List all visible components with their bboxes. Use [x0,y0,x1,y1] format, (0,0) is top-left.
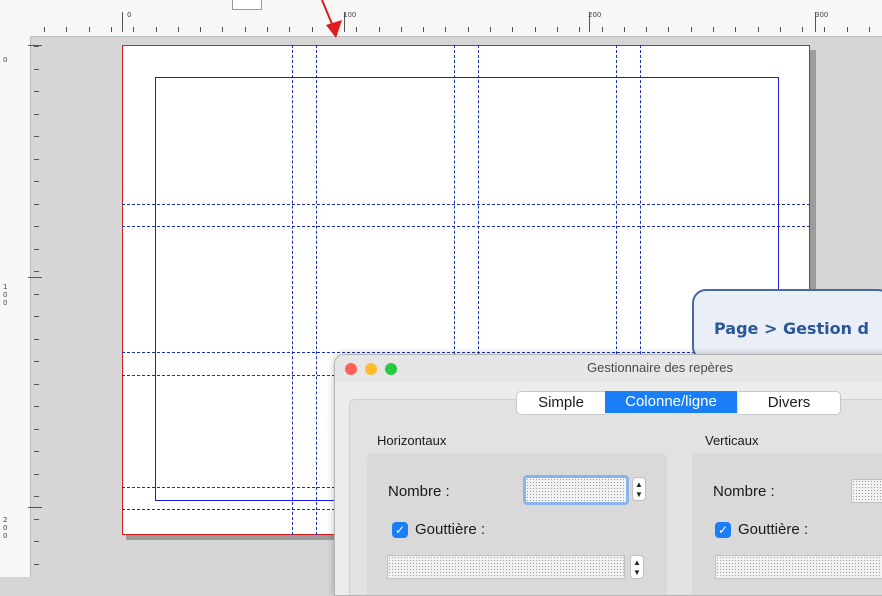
dialog-titlebar[interactable]: Gestionnaire des repères [335,355,882,381]
close-icon[interactable] [345,363,357,375]
menu-path-callout: Page > Gestion d [692,289,882,361]
vertical-group-title: Verticaux [705,433,759,448]
horizontal-group-title: Horizontaux [377,433,447,448]
tab-simple[interactable]: Simple [516,391,605,415]
vertical-count-input[interactable] [851,479,882,503]
vertical-gutter-checkbox[interactable]: ✓ [715,522,731,538]
horizontal-count-stepper[interactable]: ▲ ▼ [632,477,646,501]
zoom-icon[interactable] [385,363,397,375]
dialog-title: Gestionnaire des repères [587,360,733,375]
horizontal-gutter-label: Gouttière : [415,521,486,538]
vertical-gutter-input[interactable] [715,555,882,579]
guide-manager-dialog[interactable]: Gestionnaire des repères Simple Colonne/… [334,354,882,596]
horizontal-gutter-stepper[interactable]: ▲ ▼ [630,555,644,579]
horizontal-gutter-input[interactable] [387,555,625,579]
horizontal-gutter-checkbox[interactable]: ✓ [392,522,408,538]
callout-text: Page > Gestion d [714,319,869,338]
tab-column-row[interactable]: Colonne/ligne [605,391,737,413]
vertical-count-label: Nombre : [713,483,775,500]
vertical-gutter-label: Gouttière : [738,521,809,538]
horizontal-count-label: Nombre : [388,483,450,500]
tab-misc[interactable]: Divers [738,391,841,415]
horizontal-count-input[interactable] [523,475,629,505]
minimize-icon[interactable] [365,363,377,375]
